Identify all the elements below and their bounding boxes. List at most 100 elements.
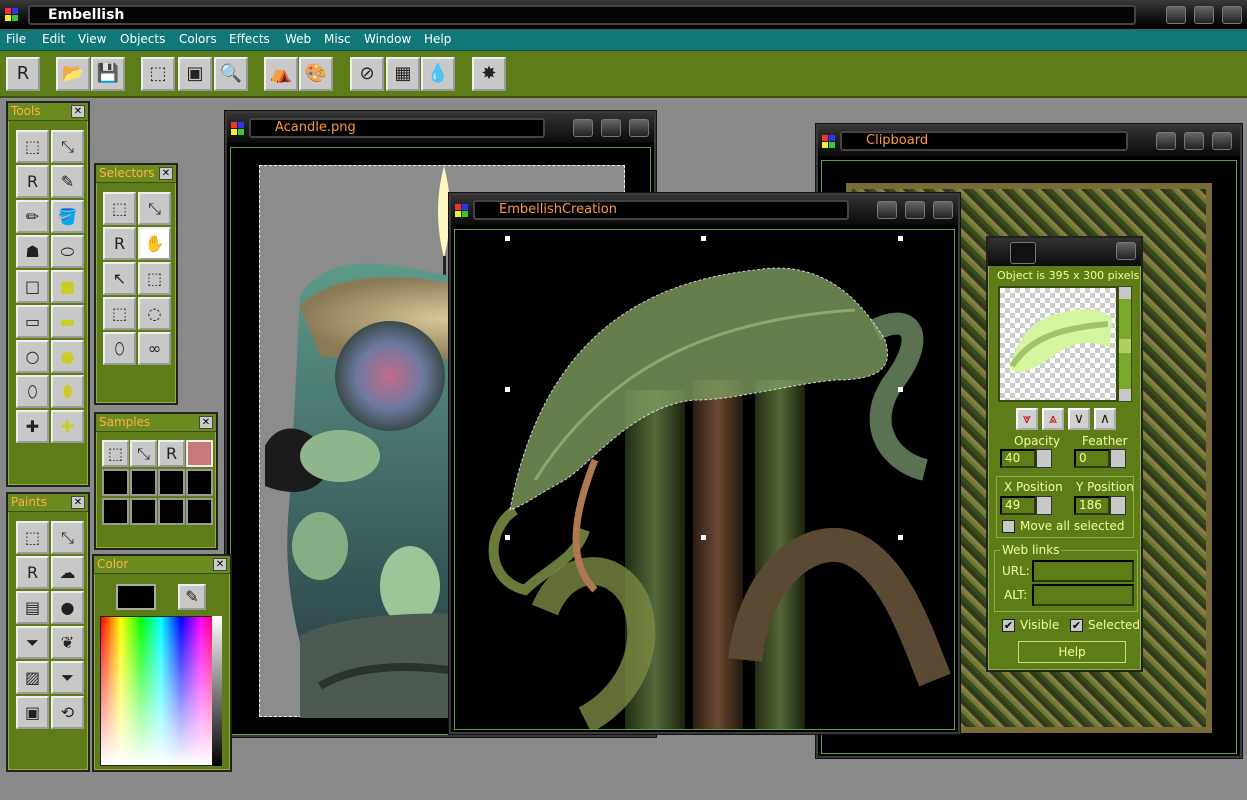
selector-rect-small[interactable]: ⬚: [138, 262, 171, 295]
x-position-spinner[interactable]: [1036, 496, 1052, 515]
y-position-input[interactable]: 186: [1074, 496, 1110, 515]
feather-spinner[interactable]: [1110, 449, 1126, 468]
save-button[interactable]: 💾: [91, 57, 125, 91]
move-down-button[interactable]: ∨: [1068, 408, 1090, 430]
minimize-button[interactable]: [1166, 6, 1186, 24]
selection-handle[interactable]: [505, 387, 510, 392]
acandle-max-button[interactable]: [601, 119, 621, 137]
paint-blob[interactable]: ☁: [51, 556, 84, 589]
menu-colors[interactable]: Colors: [179, 32, 217, 46]
tool-people[interactable]: ☗: [16, 235, 49, 268]
alt-input[interactable]: [1032, 584, 1134, 606]
acandle-min-button[interactable]: [573, 119, 593, 137]
move-to-top-button[interactable]: ⩓: [1042, 408, 1064, 430]
tool-pencil[interactable]: ✏: [16, 200, 49, 233]
sample-slot[interactable]: [102, 498, 129, 525]
tool-eyedropper[interactable]: ✎: [51, 165, 84, 198]
sample-move[interactable]: ⬚: [102, 440, 129, 467]
color-picker-button[interactable]: ✎: [178, 584, 206, 610]
selection-handle[interactable]: [898, 236, 903, 241]
selection-handle[interactable]: [505, 535, 510, 540]
selectors-palette-header[interactable]: Selectors ✕: [96, 165, 176, 183]
tool-wide-rectangle[interactable]: ▭: [16, 305, 49, 338]
menu-file[interactable]: File: [6, 32, 26, 46]
sample-swatch[interactable]: [186, 440, 213, 467]
tools-palette-header[interactable]: Tools ✕: [8, 103, 88, 121]
sample-slot[interactable]: [102, 469, 129, 496]
tool-reset[interactable]: R: [16, 165, 49, 198]
help-button[interactable]: Help: [1018, 641, 1126, 663]
reset-tool-button[interactable]: R: [6, 57, 40, 91]
selector-reset[interactable]: R: [103, 227, 136, 260]
paints-palette-header[interactable]: Paints ✕: [8, 494, 88, 512]
tool-wide-rectangle-filled[interactable]: ▬: [51, 305, 84, 338]
preview-scrollbar[interactable]: [1118, 286, 1132, 402]
menu-objects[interactable]: Objects: [120, 32, 165, 46]
selector-lasso[interactable]: ∞: [138, 332, 171, 365]
creation-min-button[interactable]: [877, 201, 897, 219]
paint-twist[interactable]: ⟲: [51, 696, 84, 729]
current-color-swatch[interactable]: [116, 584, 156, 610]
color-spectrum[interactable]: [100, 616, 222, 766]
selector-rect[interactable]: ⬚: [103, 297, 136, 330]
creation-max-button[interactable]: [905, 201, 925, 219]
scene-button[interactable]: ⛺: [264, 57, 298, 91]
open-button[interactable]: 📂: [56, 57, 90, 91]
paint-box[interactable]: ▤: [16, 591, 49, 624]
sample-resize[interactable]: ⤡: [130, 440, 157, 467]
samples-palette-header[interactable]: Samples ✕: [96, 414, 216, 432]
tool-resize[interactable]: ⤡: [51, 130, 84, 163]
visible-checkbox[interactable]: ✔: [1002, 619, 1015, 632]
selector-circle[interactable]: ◌: [138, 297, 171, 330]
scroll-thumb[interactable]: [1119, 339, 1131, 353]
paint-reset[interactable]: R: [16, 556, 49, 589]
move-to-bottom-button[interactable]: ⩔: [1016, 408, 1038, 430]
selector-move[interactable]: ⬚: [103, 192, 136, 225]
select-button[interactable]: ⬚: [141, 57, 175, 91]
palette-button[interactable]: 🎨: [299, 57, 333, 91]
tool-rectangle[interactable]: □: [16, 270, 49, 303]
tool-circle-filled[interactable]: ●: [51, 340, 84, 373]
sample-slot[interactable]: [158, 498, 185, 525]
y-position-spinner[interactable]: [1110, 496, 1126, 515]
tool-cross[interactable]: ✚: [16, 410, 49, 443]
selection-handle[interactable]: [701, 535, 706, 540]
brightness-slider[interactable]: [212, 616, 222, 766]
selector-arrow[interactable]: ↖: [103, 262, 136, 295]
tool-move[interactable]: ⬚: [16, 130, 49, 163]
selection-handle[interactable]: [898, 535, 903, 540]
sample-slot[interactable]: [130, 469, 157, 496]
clipboard-min-button[interactable]: [1156, 132, 1176, 150]
tool-circle[interactable]: ○: [16, 340, 49, 373]
sample-slot[interactable]: [130, 498, 157, 525]
menu-web[interactable]: Web: [285, 32, 311, 46]
tool-ellipse[interactable]: ⬯: [16, 375, 49, 408]
creation-window[interactable]: EmbellishCreation: [449, 193, 960, 734]
acandle-titlebar[interactable]: Acandle.png: [227, 113, 654, 143]
menu-misc[interactable]: Misc: [324, 32, 351, 46]
fill-drop-button[interactable]: 💧: [421, 57, 455, 91]
properties-titlebar[interactable]: [988, 238, 1141, 266]
opacity-spinner[interactable]: [1036, 449, 1052, 468]
move-up-button[interactable]: ∧: [1094, 408, 1116, 430]
paint-swirl[interactable]: ❦: [51, 626, 84, 659]
creation-canvas[interactable]: [454, 229, 955, 730]
sample-slot[interactable]: [186, 498, 213, 525]
sample-slot[interactable]: [186, 469, 213, 496]
scroll-up-button[interactable]: [1119, 287, 1131, 299]
paints-close-button[interactable]: ✕: [71, 496, 85, 509]
clipboard-titlebar[interactable]: Clipboard: [818, 126, 1240, 156]
color-grid-button[interactable]: ▦: [386, 57, 420, 91]
paint-funnel[interactable]: ⏷: [16, 626, 49, 659]
paint-stripes[interactable]: ▨: [16, 661, 49, 694]
menu-view[interactable]: View: [78, 32, 106, 46]
paint-sphere[interactable]: ●: [51, 591, 84, 624]
selected-checkbox[interactable]: ✔: [1070, 619, 1083, 632]
samples-close-button[interactable]: ✕: [199, 416, 213, 429]
url-input[interactable]: [1032, 560, 1134, 582]
creation-titlebar[interactable]: EmbellishCreation: [451, 195, 958, 225]
tools-close-button[interactable]: ✕: [71, 105, 85, 118]
x-position-input[interactable]: 49: [1000, 496, 1036, 515]
color-close-button[interactable]: ✕: [213, 558, 227, 571]
acandle-close-button[interactable]: [629, 119, 649, 137]
